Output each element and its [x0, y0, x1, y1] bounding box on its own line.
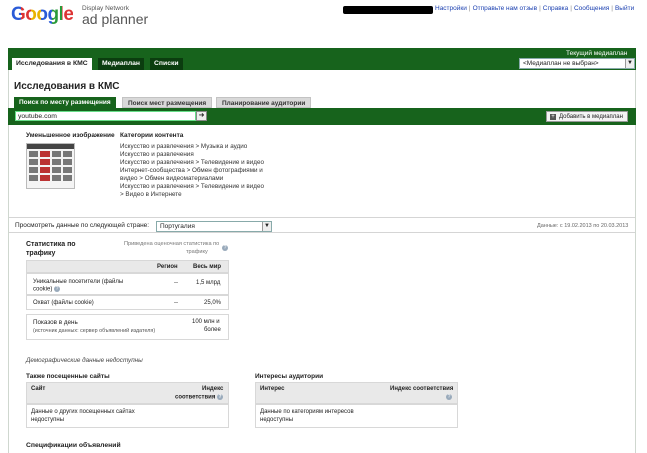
- plus-icon: +: [550, 114, 556, 120]
- current-plan-label: Текущий медиаплан: [566, 50, 628, 57]
- divider: [9, 232, 635, 233]
- impressions-label: Показов в день: [33, 319, 78, 326]
- col-interest: Интерес: [260, 386, 285, 392]
- subtab-audience-planning[interactable]: Планирование аудитории: [216, 97, 312, 108]
- chevron-down-icon: ▼: [625, 59, 634, 68]
- impressions-value-line2: более: [204, 327, 221, 333]
- categories-header: Категории контента: [120, 132, 184, 139]
- col-world: Весь мир: [193, 264, 222, 270]
- site-thumbnail: [26, 143, 75, 189]
- row-region-value: --: [174, 280, 178, 286]
- link-feedback[interactable]: Отправьте нам отзыв: [473, 5, 537, 12]
- date-range: Данные: с 19.02.2013 по 20.03.2013: [537, 223, 629, 229]
- interests-empty-1: Данные по категориям интересов: [260, 409, 354, 415]
- traffic-title-line1: Статистика по: [26, 241, 76, 248]
- link-settings[interactable]: Настройки: [435, 5, 467, 12]
- tab-media-plan[interactable]: Медиаплан: [98, 58, 145, 70]
- arrow-right-icon: ➜: [198, 112, 205, 119]
- google-logo[interactable]: Google: [11, 4, 74, 26]
- thumb-header: Уменьшенное изображение: [26, 132, 115, 139]
- category-item: > Видео в Интернете: [120, 191, 182, 198]
- link-messages[interactable]: Сообщения: [574, 5, 609, 12]
- link-help[interactable]: Справка: [543, 5, 569, 12]
- top-links: Настройки | Отправьте нам отзыв | Справка | Со…: [435, 5, 635, 12]
- category-item: Искусство и развлечения > Телевидение и …: [120, 159, 264, 166]
- interests-body: [255, 404, 458, 428]
- help-icon[interactable]: ?: [222, 245, 228, 252]
- row-label-unique-visitors-1: Уникальные посетители (файлы: [33, 279, 124, 285]
- col-interest-index: Индекс соответствия: [390, 386, 454, 392]
- add-to-plan-label: Добавить в медиаплан: [559, 114, 623, 120]
- tab-gdn-research[interactable]: Исследования в КМС: [12, 58, 92, 70]
- col-site: Сайт: [31, 386, 46, 392]
- col-index-line2: соответствия ?: [175, 394, 224, 401]
- tab-lists[interactable]: Списки: [150, 58, 183, 70]
- row-label-reach: Охват (файлы cookie): [33, 300, 94, 306]
- add-to-plan-button[interactable]: + Добавить в медиаплан: [546, 111, 628, 122]
- logo-google-text: Google: [11, 4, 74, 25]
- country-label: Просмотреть данные по следующей стране:: [15, 222, 150, 229]
- logo-ad-planner: ad planner: [82, 11, 149, 27]
- category-item: Интернет-сообщества > Обмен фотографиями…: [120, 167, 263, 174]
- page-title: Исследования в КМС: [14, 81, 120, 92]
- also-visited-header: [26, 382, 229, 404]
- impressions-value-line1: 100 млн и: [192, 319, 220, 325]
- category-item: Искусство и развлечения: [120, 151, 194, 158]
- redacted-account: [343, 6, 433, 14]
- ad-specs-title: Спецификации объявлений: [26, 442, 121, 449]
- chevron-down-icon: ▼: [262, 222, 271, 231]
- help-icon[interactable]: ?: [54, 286, 61, 292]
- search-go-button[interactable]: ➜: [196, 111, 207, 121]
- link-logout[interactable]: Выйти: [615, 5, 634, 12]
- also-visited-body: [26, 404, 229, 428]
- search-input[interactable]: youtube.com: [15, 111, 196, 121]
- also-visited-empty-2: недоступны: [31, 417, 65, 423]
- row-world-value: 25,0%: [204, 300, 222, 306]
- country-select[interactable]: Португалия ▼: [156, 221, 272, 232]
- help-icon[interactable]: ?: [446, 394, 452, 401]
- impressions-box: [26, 314, 229, 340]
- col-region: Регион: [157, 264, 178, 270]
- subtab-placement-search[interactable]: Поиск по месту размещения: [14, 97, 116, 108]
- subtab-find-placements[interactable]: Поиск мест размещения: [122, 97, 213, 108]
- row-label-unique-visitors-2: cookie) ?: [33, 286, 61, 293]
- category-item: Искусство и развлечения > Музыка и аудио: [120, 143, 248, 150]
- impressions-source: (источник данных: сервер объявлений изда…: [33, 328, 156, 334]
- interests-title: Интересы аудитории: [255, 373, 324, 380]
- demographics-note: Демографические данные недоступны: [26, 357, 143, 364]
- row-region-value: --: [174, 300, 178, 306]
- interests-empty-2: недоступны: [260, 417, 294, 423]
- col-index-line1: Индекс: [202, 386, 224, 392]
- also-visited-title: Также посещенные сайты: [26, 373, 110, 380]
- help-icon[interactable]: ?: [217, 394, 224, 400]
- also-visited-empty-1: Данные о других посещенных сайтах: [31, 409, 135, 415]
- category-item: видео > Обмен видеоматериалами: [120, 175, 224, 182]
- current-plan-value: <Медиаплан не выбран>: [523, 60, 599, 67]
- divider: [9, 217, 635, 218]
- category-item: Искусство и развлечения > Телевидение и …: [120, 183, 264, 190]
- traffic-note-line1: Приведена оценочная статистика по: [124, 241, 220, 247]
- current-plan-select[interactable]: <Медиаплан не выбран> ▼: [519, 58, 635, 69]
- row-world-value: 1,5 млрд: [196, 280, 221, 286]
- country-value: Португалия: [160, 223, 195, 230]
- traffic-note-line2: трафику: [186, 249, 208, 255]
- traffic-title-line2: трафику: [26, 250, 56, 257]
